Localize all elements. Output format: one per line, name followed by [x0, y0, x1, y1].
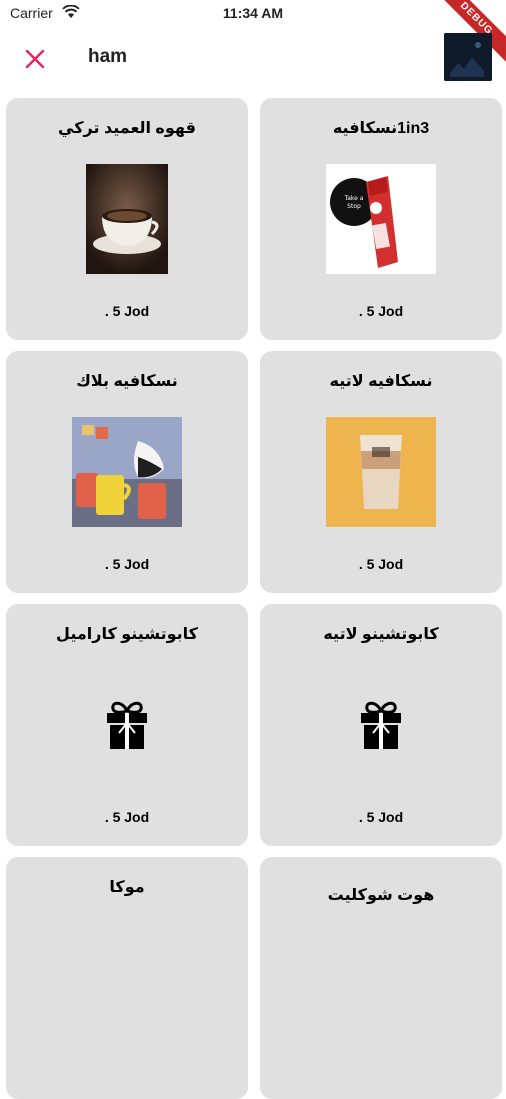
product-price: . 5 Jod [104, 809, 150, 825]
product-card[interactable]: قهوه العميد تركي . 5 Jod [6, 98, 248, 340]
product-title: هوت شوكليت [327, 887, 435, 904]
product-price: . 5 Jod [358, 303, 404, 319]
product-price: . 5 Jod [104, 556, 150, 572]
product-title: كابوتشينو لاتيه [323, 626, 439, 643]
product-price: . 5 Jod [358, 809, 404, 825]
status-bar: Carrier 11:34 AM [0, 0, 506, 28]
search-header: ham [0, 28, 506, 88]
search-query-text[interactable]: ham [88, 46, 127, 68]
coffee-mugs-illustration-image [72, 417, 182, 527]
product-title: موكا [109, 879, 145, 896]
product-title: كابوتشينو كاراميل [56, 626, 198, 643]
product-card[interactable]: 1in3نسكافيه Take a Stop . 5 Jod [260, 98, 502, 340]
close-icon[interactable] [22, 46, 48, 72]
gift-icon [326, 670, 436, 780]
product-price: . 5 Jod [104, 303, 150, 319]
product-card[interactable]: نسكافيه لاتيه . 5 Jod [260, 351, 502, 593]
svg-text:Take a: Take a [344, 195, 364, 202]
product-card[interactable]: نسكافيه بلاك . 5 Jod [6, 351, 248, 593]
latte-cup-image [326, 417, 436, 527]
nescafe-stick-image: Take a Stop [326, 164, 436, 274]
product-card[interactable]: كابوتشينو لاتيه . 5 Jod [260, 604, 502, 846]
product-title: نسكافيه بلاك [76, 373, 178, 390]
turkish-coffee-cup-image [72, 164, 182, 274]
product-price: . 5 Jod [358, 556, 404, 572]
gift-icon [72, 670, 182, 780]
product-title: 1in3نسكافيه [332, 120, 430, 137]
clock-time: 11:34 AM [222, 5, 284, 21]
profile-thumbnail[interactable] [444, 33, 492, 81]
product-card[interactable]: هوت شوكليت [260, 857, 502, 1099]
svg-text:Stop: Stop [347, 203, 361, 210]
product-card[interactable]: كابوتشينو كاراميل . 5 Jod [6, 604, 248, 846]
product-title: قهوه العميد تركي [58, 120, 196, 137]
product-card[interactable]: موكا [6, 857, 248, 1099]
product-title: نسكافيه لاتيه [329, 373, 433, 390]
